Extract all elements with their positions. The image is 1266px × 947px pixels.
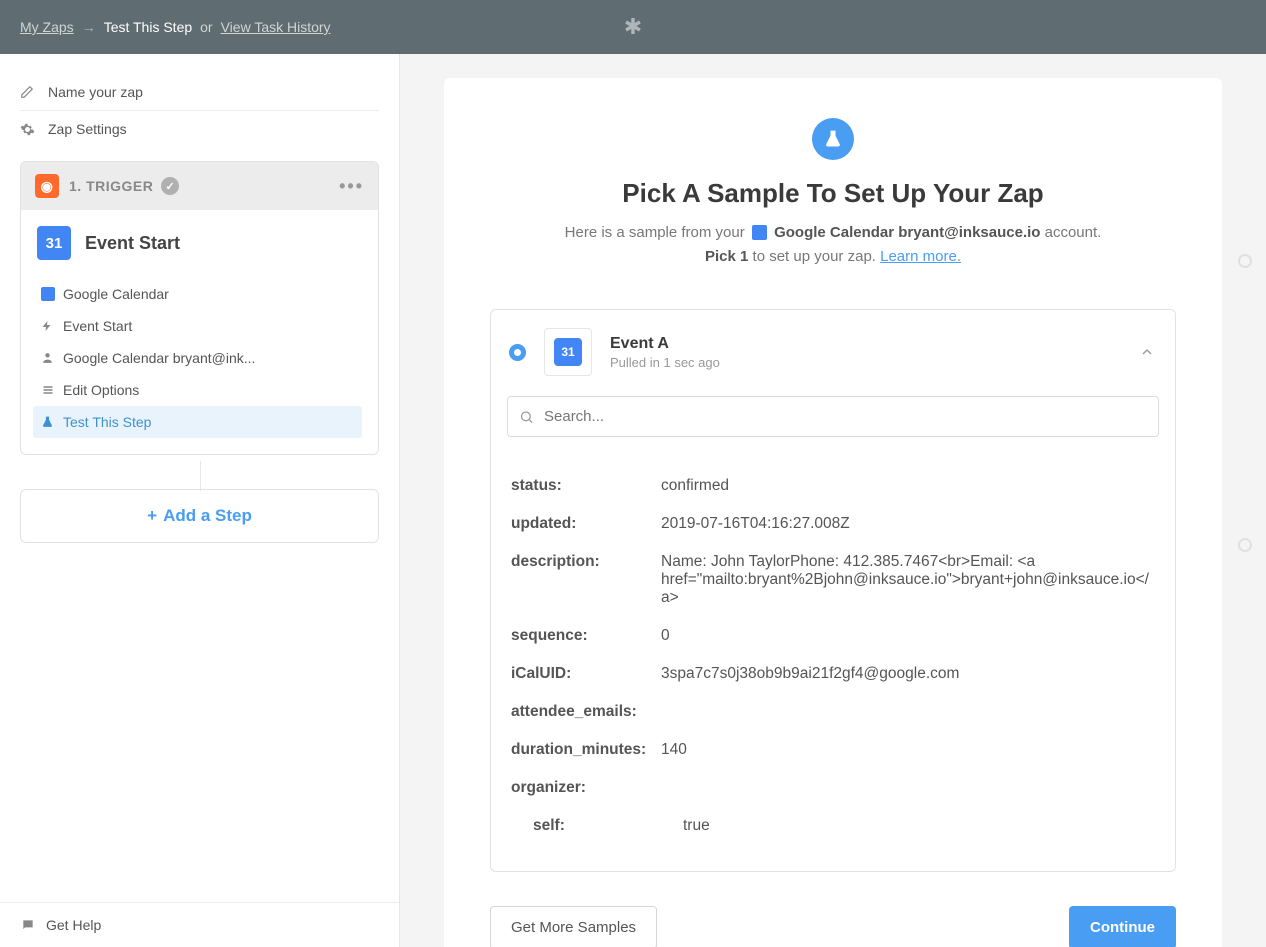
calendar-inline-icon (752, 225, 767, 240)
sample-radio[interactable] (509, 344, 526, 361)
sample-app-icon-box: 31 (544, 328, 592, 376)
zap-settings-row[interactable]: Zap Settings (20, 111, 379, 147)
sidebar-item-account[interactable]: Google Calendar bryant@ink... (37, 342, 362, 374)
google-calendar-icon: 31 (37, 226, 71, 260)
sidebar-item-label: Test This Step (63, 414, 151, 430)
field-row: attendee_emails: (511, 693, 1155, 731)
sample-title: Event A (610, 335, 720, 353)
get-help-button[interactable]: Get Help (0, 902, 399, 947)
field-row: organizer: (511, 769, 1155, 807)
actions-row: Get More Samples Continue (490, 906, 1176, 947)
sample-fields: status:confirmed updated:2019-07-16T04:1… (491, 447, 1175, 871)
chat-icon (20, 918, 36, 932)
sample-card: Pick A Sample To Set Up Your Zap Here is… (444, 78, 1222, 947)
field-row: description:Name: John TaylorPhone: 412.… (511, 543, 1155, 617)
flask-icon (41, 415, 63, 429)
search-input[interactable] (507, 396, 1159, 437)
field-row: sequence:0 (511, 617, 1155, 655)
step-menu-button[interactable]: ••• (339, 176, 364, 197)
breadcrumb-current: Test This Step (104, 19, 192, 35)
connector-line (0, 469, 399, 489)
search-wrap (507, 396, 1159, 437)
step-title-row: 31 Event Start (37, 226, 362, 260)
page-title: Pick A Sample To Set Up Your Zap (490, 178, 1176, 209)
sidebar-item-test[interactable]: Test This Step (33, 406, 362, 438)
breadcrumb-or: or (200, 19, 212, 35)
bolt-icon (41, 319, 63, 333)
zapier-logo-icon: ✱ (624, 14, 642, 40)
check-icon: ✓ (161, 177, 179, 195)
pencil-icon (20, 85, 40, 99)
get-help-label: Get Help (46, 917, 101, 933)
main-panel: Pick A Sample To Set Up Your Zap Here is… (400, 54, 1266, 947)
field-row-nested: self:true (511, 807, 1155, 845)
sidebar-item-label: Event Start (63, 318, 132, 334)
breadcrumb-my-zaps[interactable]: My Zaps (20, 19, 74, 35)
plus-icon: + (147, 506, 157, 525)
sidebar-item-label: Google Calendar bryant@ink... (63, 350, 255, 366)
subtitle-line-2: Pick 1 to set up your zap. Learn more. (490, 245, 1176, 269)
zap-settings-label: Zap Settings (48, 121, 127, 137)
field-row: status:confirmed (511, 467, 1155, 505)
field-row: duration_minutes:140 (511, 731, 1155, 769)
view-task-history-link[interactable]: View Task History (221, 19, 331, 35)
side-handle[interactable] (1238, 254, 1252, 268)
flask-hero-icon (812, 118, 854, 160)
learn-more-link[interactable]: Learn more. (880, 248, 961, 265)
sidebar: Name your zap Zap Settings ◉ 1. TRIGGER … (0, 54, 400, 947)
side-handle[interactable] (1238, 538, 1252, 552)
sidebar-item-options[interactable]: Edit Options (37, 374, 362, 406)
calendar-small-icon (41, 287, 63, 301)
search-icon (519, 409, 534, 424)
gear-icon (20, 122, 40, 137)
continue-button[interactable]: Continue (1069, 906, 1176, 947)
trigger-step-card: ◉ 1. TRIGGER ✓ ••• 31 Event Start Google… (20, 161, 379, 455)
trigger-step-header[interactable]: ◉ 1. TRIGGER ✓ ••• (21, 162, 378, 210)
topbar: My Zaps → Test This Step or View Task Hi… (0, 0, 1266, 54)
get-more-samples-button[interactable]: Get More Samples (490, 906, 657, 947)
sample-header[interactable]: 31 Event A Pulled in 1 sec ago (491, 310, 1175, 386)
user-icon (41, 351, 63, 365)
app-icon: ◉ (35, 174, 59, 198)
sidebar-item-label: Edit Options (63, 382, 139, 398)
step-label: TRIGGER (86, 178, 153, 194)
step-title: Event Start (85, 233, 180, 254)
sidebar-item-app[interactable]: Google Calendar (37, 278, 362, 310)
sample-event-box: 31 Event A Pulled in 1 sec ago (490, 309, 1176, 872)
field-row: updated:2019-07-16T04:16:27.008Z (511, 505, 1155, 543)
breadcrumb-arrow: → (82, 19, 96, 35)
zap-name-row[interactable]: Name your zap (20, 74, 379, 111)
add-step-button[interactable]: +Add a Step (20, 489, 379, 543)
sidebar-item-label: Google Calendar (63, 286, 169, 302)
collapse-icon[interactable] (1139, 344, 1155, 360)
subtitle-line-1: Here is a sample from your Google Calend… (490, 221, 1176, 245)
lines-icon (41, 384, 63, 396)
sample-subtitle: Pulled in 1 sec ago (610, 355, 720, 370)
field-row: iCalUID:3spa7c7s0j38ob9b9ai21f2gf4@googl… (511, 655, 1155, 693)
sidebar-item-event[interactable]: Event Start (37, 310, 362, 342)
step-index: 1. (69, 178, 82, 194)
zap-name-placeholder: Name your zap (48, 84, 143, 100)
google-calendar-icon: 31 (554, 338, 582, 366)
